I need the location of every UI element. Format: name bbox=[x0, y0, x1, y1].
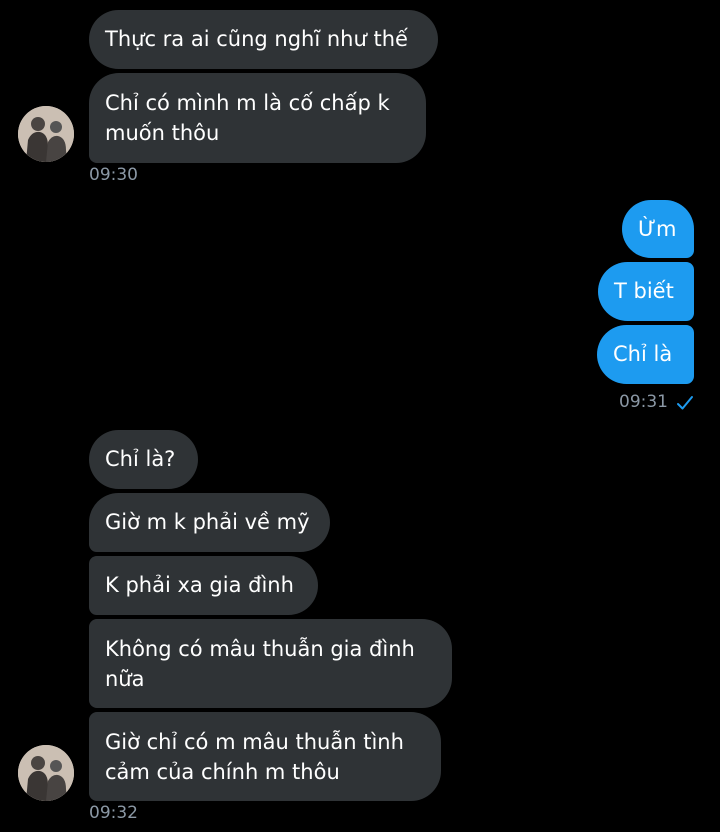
message-bubble[interactable]: Ừm bbox=[622, 200, 694, 258]
message-bubble[interactable]: Chỉ là bbox=[597, 325, 694, 384]
message-bubble[interactable]: Không có mâu thuẫn gia đình nữa bbox=[89, 619, 452, 708]
message-text: Ừm bbox=[638, 217, 677, 241]
message-bubble[interactable]: T biết bbox=[598, 262, 694, 321]
message-text: muốn thôu bbox=[105, 121, 220, 145]
message-bubble[interactable]: Thực ra ai cũng nghĩ như thế bbox=[89, 10, 438, 69]
message-text: Chỉ là? bbox=[105, 447, 176, 471]
message-bubble[interactable]: Chỉ là? bbox=[89, 430, 198, 489]
message-text: T biết bbox=[614, 279, 674, 303]
message-text: nữa bbox=[105, 667, 145, 691]
timestamp: 09:31 bbox=[619, 392, 668, 412]
message-text: K phải xa gia đình bbox=[105, 573, 294, 597]
message-text: Chỉ là bbox=[613, 342, 673, 366]
avatar[interactable] bbox=[18, 106, 74, 162]
check-icon bbox=[677, 396, 693, 410]
message-bubble[interactable]: K phải xa gia đình bbox=[89, 556, 318, 615]
avatar[interactable] bbox=[18, 745, 74, 801]
message-bubble[interactable]: Giờ m k phải về mỹ bbox=[89, 493, 330, 552]
message-text: Chỉ có mình m là cố chấp k bbox=[105, 91, 390, 115]
message-text: Không có mâu thuẫn gia đình bbox=[105, 637, 415, 661]
message-bubble[interactable]: Giờ chỉ có m mâu thuẫn tình cảm của chín… bbox=[89, 712, 441, 801]
message-text: cảm của chính m thôu bbox=[105, 760, 340, 784]
message-text: Thực ra ai cũng nghĩ như thế bbox=[105, 27, 408, 51]
timestamp: 09:32 bbox=[89, 803, 138, 823]
timestamp: 09:30 bbox=[89, 165, 138, 185]
message-text: Giờ chỉ có m mâu thuẫn tình bbox=[105, 730, 404, 754]
message-bubble[interactable]: Chỉ có mình m là cố chấp k muốn thôu bbox=[89, 73, 426, 163]
message-text: Giờ m k phải về mỹ bbox=[105, 510, 310, 534]
